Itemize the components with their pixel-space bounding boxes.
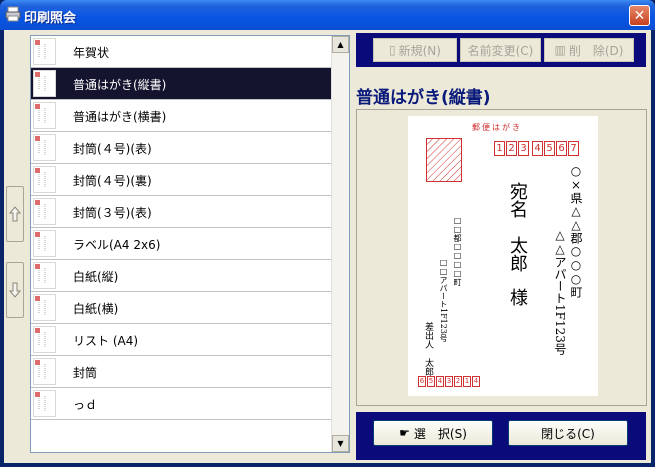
new-button-label: 新規(N) xyxy=(398,43,441,58)
sender-zip-digit: 1 xyxy=(463,376,471,387)
list-item-label: 白紙(縦) xyxy=(73,270,119,284)
template-thumbnail-icon xyxy=(33,326,63,353)
template-thumbnail-icon xyxy=(33,358,63,385)
sender-zip-digit: 5 xyxy=(427,376,435,387)
scroll-up-button[interactable]: ▲ xyxy=(332,36,349,53)
list-item[interactable]: 白紙(縦) xyxy=(31,260,331,292)
preview-title: 普通はがき(縦書) xyxy=(356,88,491,108)
print-dialog-window: 印刷照会 ✕ 年賀状普通はがき(縦書) 普通はがき(横書) 封筒(４号)(表) 封筒(… xyxy=(0,0,655,467)
list-item[interactable]: 白紙(横) xyxy=(31,292,331,324)
delete-button-label: 削 除(D) xyxy=(568,43,624,58)
list-item[interactable]: 普通はがき(横書) xyxy=(31,100,331,132)
list-item-label: 封筒(４号)(裏) xyxy=(73,174,152,188)
printer-app-icon xyxy=(5,6,21,22)
template-thumbnail-icon xyxy=(33,262,63,289)
select-button[interactable]: ☛ 選 択(S) xyxy=(373,420,493,446)
recipient-honorific: 様 xyxy=(507,288,528,306)
triangle-up-icon: ▲ xyxy=(337,40,344,49)
sender-name: 差出人 太郎 xyxy=(423,322,433,376)
list-item[interactable]: ラベル(A4 2x6) xyxy=(31,228,331,260)
list-item[interactable]: 封筒 xyxy=(31,356,331,388)
list-item-label: 封筒(３号)(表) xyxy=(73,206,152,220)
list-item[interactable]: 封筒(４号)(表) xyxy=(31,132,331,164)
rename-button[interactable]: 名前変更(C) xyxy=(460,38,541,62)
template-thumbnail-icon xyxy=(33,166,63,193)
zip-digit-box: 1 xyxy=(494,141,505,156)
new-document-icon: ▯ xyxy=(389,43,396,57)
list-scrollbar[interactable]: ▲ ▼ xyxy=(331,36,349,452)
postcard-preview: 郵便はがき 1234567 ○×県△△郡○○○町 △△アパート1F123号 宛名… xyxy=(408,116,598,396)
dialog-body: 年賀状普通はがき(縦書) 普通はがき(横書) 封筒(４号)(表) 封筒(４号)(裏) 封… xyxy=(4,30,651,463)
window-title: 印刷照会 xyxy=(24,11,77,26)
list-item-label: 普通はがき(縦書) xyxy=(73,78,167,92)
template-thumbnail-icon xyxy=(33,70,63,97)
list-item[interactable]: 年賀状 xyxy=(31,36,331,68)
list-item-label: リスト (A4) xyxy=(73,334,139,348)
zip-digit-box: 3 xyxy=(518,141,529,156)
select-button-label: 選 択(S) xyxy=(413,426,467,441)
sender-zip-digit: 4 xyxy=(436,376,444,387)
list-item[interactable]: っｄ xyxy=(31,388,331,420)
zip-digit-box: 6 xyxy=(556,141,567,156)
sender-address-1: □□都□□□□町 xyxy=(453,216,462,286)
sender-address-2: □□アパート1F123号 xyxy=(439,258,448,342)
move-down-button[interactable] xyxy=(6,262,24,318)
hand-pointer-icon: ☛ xyxy=(399,426,410,440)
template-thumbnail-icon xyxy=(33,38,63,65)
sender-zip-digit: 4 xyxy=(472,376,480,387)
trash-icon: ▥ xyxy=(554,43,566,57)
scrollbar-thumb[interactable] xyxy=(333,54,348,64)
sender-zip-digit: 2 xyxy=(454,376,462,387)
new-button[interactable]: ▯ 新規(N) xyxy=(373,38,457,62)
template-list[interactable]: 年賀状普通はがき(縦書) 普通はがき(横書) 封筒(４号)(表) 封筒(４号)(裏) 封… xyxy=(30,35,350,453)
list-item-label: 年賀状 xyxy=(73,46,110,60)
close-dialog-button[interactable]: 閉じる(C) xyxy=(508,420,628,446)
list-item[interactable]: 封筒(３号)(表) xyxy=(31,196,331,228)
template-thumbnail-icon xyxy=(33,230,63,257)
footer-panel: ☛ 選 択(S) 閉じる(C) xyxy=(356,412,646,460)
postcard-header: 郵便はがき xyxy=(472,123,522,132)
stamp-box xyxy=(426,138,462,182)
template-thumbnail-icon xyxy=(33,134,63,161)
list-item[interactable]: 封筒(４号)(裏) xyxy=(31,164,331,196)
recipient-address-2: △△アパート1F123号 xyxy=(553,228,567,355)
list-item-label: ラベル(A4 2x6) xyxy=(73,238,161,252)
list-item-label: 白紙(横) xyxy=(73,302,119,316)
list-item[interactable]: 普通はがき(縦書) xyxy=(31,68,331,100)
sender-zip-digit: 3 xyxy=(445,376,453,387)
list-item-label: 普通はがき(横書) xyxy=(73,110,167,124)
recipient-name: 宛名 太郎 xyxy=(507,182,528,272)
rename-button-label: 名前変更(C) xyxy=(467,43,534,58)
zip-digit-box: 7 xyxy=(568,141,579,156)
delete-button[interactable]: ▥ 削 除(D) xyxy=(544,38,634,62)
close-icon: ✕ xyxy=(633,7,646,24)
sender-zip-digit: 6 xyxy=(418,376,426,387)
zip-digit-box: 2 xyxy=(506,141,517,156)
move-up-button[interactable] xyxy=(6,186,24,242)
list-item[interactable]: リスト (A4) xyxy=(31,324,331,356)
arrow-up-icon xyxy=(9,206,21,222)
list-item-label: 封筒(４号)(表) xyxy=(73,142,152,156)
triangle-down-icon: ▼ xyxy=(337,439,344,448)
template-thumbnail-icon xyxy=(33,198,63,225)
scroll-down-button[interactable]: ▼ xyxy=(332,435,349,452)
list-item-label: っｄ xyxy=(73,398,98,412)
list-item-label: 封筒 xyxy=(73,366,98,380)
template-thumbnail-icon xyxy=(33,390,63,417)
title-bar[interactable]: 印刷照会 ✕ xyxy=(0,0,655,30)
zip-digit-box: 4 xyxy=(532,141,543,156)
recipient-address-1: ○×県△△郡○○○町 xyxy=(569,164,583,298)
close-window-button[interactable]: ✕ xyxy=(629,5,650,26)
template-thumbnail-icon xyxy=(33,294,63,321)
zip-digit-box: 5 xyxy=(544,141,555,156)
toolbar-panel: ▯ 新規(N) 名前変更(C) ▥ 削 除(D) xyxy=(356,33,646,67)
arrow-down-icon xyxy=(9,282,21,298)
close-dialog-label: 閉じる(C) xyxy=(541,426,595,441)
template-thumbnail-icon xyxy=(33,102,63,129)
